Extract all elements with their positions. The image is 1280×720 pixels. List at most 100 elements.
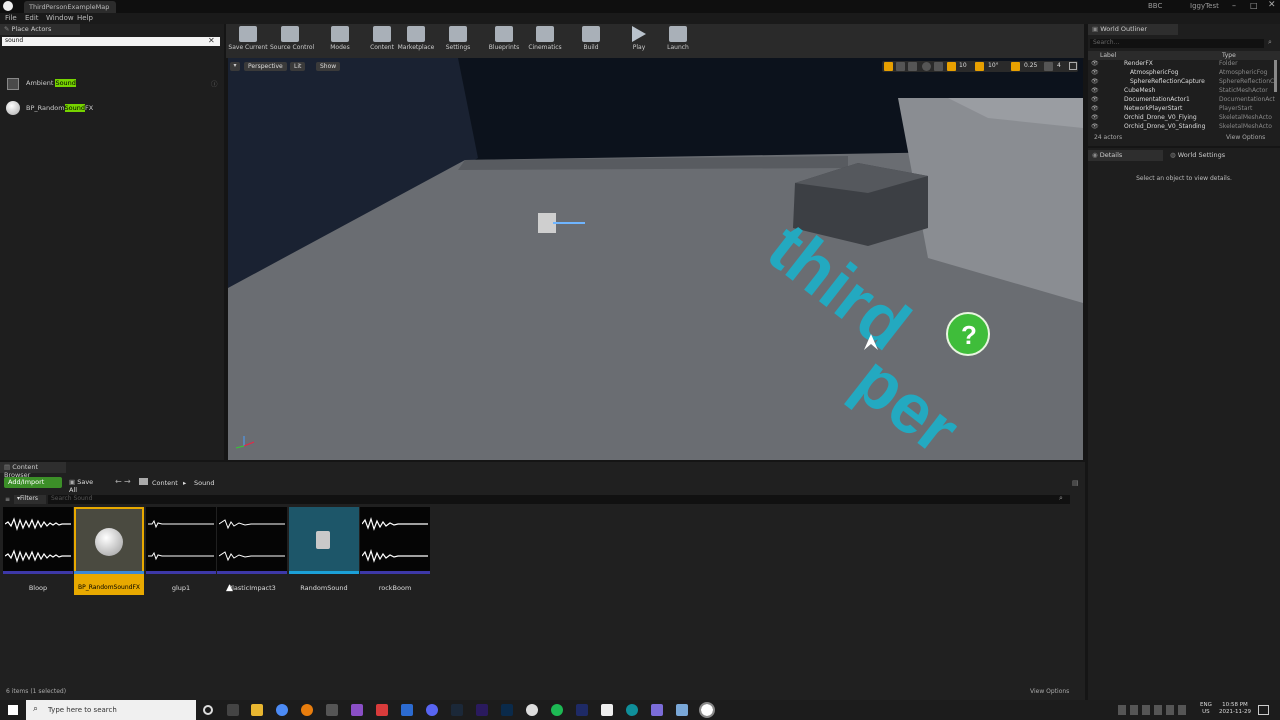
eye-icon[interactable]: 👁 <box>1091 123 1099 130</box>
play-button[interactable]: Play <box>619 26 659 56</box>
discord-icon[interactable] <box>426 704 438 716</box>
file-explorer-icon[interactable] <box>251 704 263 716</box>
history-back-icon[interactable]: ← <box>115 477 122 486</box>
outliner-row[interactable]: 👁 Orchid_Drone_V0_Flying SkeletalMeshActo <box>1088 114 1280 123</box>
audition-icon[interactable] <box>576 704 588 716</box>
rotation-snap-icon[interactable] <box>975 62 984 71</box>
modes-button[interactable]: Modes <box>320 26 360 56</box>
level-viewport[interactable]: third per ? ▾ Perspective Lit Show 10 10… <box>228 58 1083 460</box>
type-column-header[interactable]: Type <box>1222 52 1236 59</box>
app-purple-icon[interactable] <box>651 704 663 716</box>
cinematics-button[interactable]: Cinematics <box>525 26 565 56</box>
marketplace-button[interactable]: Marketplace <box>396 26 436 56</box>
edge-icon[interactable] <box>626 704 638 716</box>
outliner-view-options[interactable]: View Options <box>1226 134 1265 141</box>
content-view-options[interactable]: View Options <box>1030 688 1069 695</box>
eye-icon[interactable]: 👁 <box>1091 105 1099 112</box>
eye-icon[interactable]: 👁 <box>1091 96 1099 103</box>
show-button[interactable]: Show <box>316 62 341 71</box>
outliner-row[interactable]: 👁 SphereReflectionCapture SphereReflection… <box>1088 78 1280 87</box>
label-column-header[interactable]: Label <box>1100 52 1116 59</box>
sources-toggle-icon[interactable]: ≡ <box>5 496 10 503</box>
outliner-search-input[interactable]: Search... <box>1090 39 1264 48</box>
actor-result-bp-randomsoundfx[interactable]: BP_RandomSoundFX <box>0 100 224 116</box>
eye-icon[interactable]: 👁 <box>1091 60 1099 67</box>
source-control-status[interactable]: BBC <box>1148 2 1162 10</box>
perspective-button[interactable]: Perspective <box>244 62 287 71</box>
rotation-snap-value[interactable]: 10° <box>988 62 999 69</box>
viewport-menu-button[interactable]: ▾ <box>230 62 240 71</box>
add-import-button[interactable]: Add/Import <box>4 477 62 488</box>
settings-button[interactable]: Settings <box>438 26 478 56</box>
breadcrumb-content[interactable]: Content <box>152 479 178 487</box>
asset-tile[interactable]: RandomSound <box>289 507 359 595</box>
rotate-tool-icon[interactable] <box>896 62 905 71</box>
source-control-button[interactable]: Source Control <box>270 26 314 56</box>
asset-tile[interactable]: glup1 <box>146 507 216 595</box>
menu-file[interactable]: File <box>5 14 17 22</box>
actor-result-ambient-sound[interactable]: Ambient Sound ⓘ <box>0 76 224 92</box>
menu-help[interactable]: Help <box>77 14 93 22</box>
outliner-row[interactable]: 👁 CubeMesh StaticMeshActor <box>1088 87 1280 96</box>
world-local-icon[interactable] <box>922 62 931 71</box>
maximize-viewport-icon[interactable] <box>1069 62 1077 70</box>
outliner-row[interactable]: 👁 NetworkPlayerStart PlayerStart <box>1088 105 1280 114</box>
app-icon[interactable] <box>326 704 338 716</box>
asset-tile[interactable]: rockBoom <box>360 507 430 595</box>
save-all-button[interactable]: ▣ Save All <box>66 477 106 494</box>
asset-search-input[interactable]: Search Sound <box>48 495 1070 504</box>
taskbar-search-input[interactable]: ⌕ Type here to search <box>26 700 196 720</box>
spotify-icon[interactable] <box>551 704 563 716</box>
surface-snap-icon[interactable] <box>934 62 943 71</box>
grid-snap-value[interactable]: 10 <box>959 62 967 69</box>
history-forward-icon[interactable]: → <box>124 477 131 486</box>
maximize-button[interactable]: □ <box>1250 1 1258 10</box>
scale-snap-value[interactable]: 0.25 <box>1024 62 1037 69</box>
sourcetree-icon[interactable] <box>401 704 413 716</box>
outliner-row[interactable]: 👁 AtmosphericFog AtmosphericFog <box>1088 69 1280 78</box>
camera-speed-value[interactable]: 4 <box>1057 62 1061 69</box>
calculator-icon[interactable] <box>676 704 688 716</box>
asset-tile[interactable]: PlasticImpact3 <box>217 507 287 595</box>
place-actors-tab[interactable]: ✎ Place Actors <box>0 24 80 35</box>
visual-studio-icon[interactable] <box>351 704 363 716</box>
lit-button[interactable]: Lit <box>290 62 306 71</box>
build-button[interactable]: Build <box>571 26 611 56</box>
app-dark-icon[interactable] <box>601 704 613 716</box>
clock[interactable]: 10:58 PM 2021-11-29 <box>1219 702 1251 716</box>
asset-tile[interactable]: Bloop <box>3 507 73 595</box>
asset-tile-selected[interactable]: BP_RandomSoundFX <box>74 507 144 595</box>
camera-speed-icon[interactable] <box>1044 62 1053 71</box>
world-outliner-tab[interactable]: ▣ World Outliner <box>1088 24 1178 35</box>
eye-icon[interactable]: 👁 <box>1091 87 1099 94</box>
scale-snap-icon[interactable] <box>1011 62 1020 71</box>
system-tray[interactable] <box>1118 705 1190 715</box>
outliner-row[interactable]: 👁 RenderFX Folder <box>1088 60 1280 69</box>
chrome-icon[interactable] <box>276 704 288 716</box>
lock-icon[interactable]: ▤ <box>1072 479 1079 487</box>
eye-icon[interactable]: 👁 <box>1091 114 1099 121</box>
map-tab[interactable]: ThirdPersonExampleMap <box>24 1 116 13</box>
blueprints-button[interactable]: Blueprints <box>484 26 524 56</box>
outliner-row[interactable]: 👁 DocumentationActor1 DocumentationAct <box>1088 96 1280 105</box>
windows-start-icon[interactable] <box>8 705 18 715</box>
grid-snap-icon[interactable] <box>947 62 956 71</box>
menu-edit[interactable]: Edit <box>25 14 39 22</box>
photoshop-icon[interactable] <box>501 704 513 716</box>
close-button[interactable]: ✕ <box>1268 0 1276 10</box>
app-red-icon[interactable] <box>376 704 388 716</box>
translate-tool-icon[interactable] <box>884 62 893 71</box>
place-actors-search-input[interactable]: sound <box>2 37 220 46</box>
details-tab[interactable]: ◉ Details <box>1088 150 1163 161</box>
scale-tool-icon[interactable] <box>908 62 917 71</box>
notification-icon[interactable] <box>1258 705 1269 715</box>
steam-icon[interactable] <box>451 704 463 716</box>
task-view-icon[interactable] <box>227 704 239 716</box>
eye-icon[interactable]: 👁 <box>1091 78 1099 85</box>
breadcrumb-sound[interactable]: Sound <box>194 479 214 487</box>
launch-button[interactable]: Launch <box>658 26 698 56</box>
cortana-icon[interactable] <box>203 705 213 715</box>
blender-icon[interactable] <box>301 704 313 716</box>
language-indicator[interactable]: ENG US <box>1200 702 1212 716</box>
outliner-scrollbar[interactable] <box>1274 60 1277 92</box>
